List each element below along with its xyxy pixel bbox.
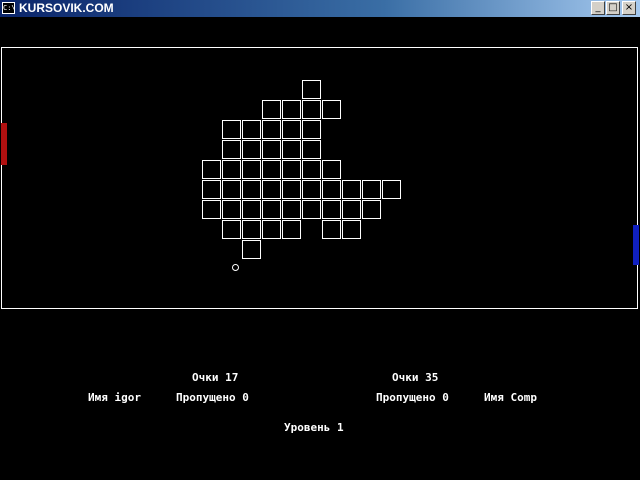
- left-missed-value: 0: [242, 391, 249, 404]
- brick: [302, 120, 321, 139]
- brick: [242, 120, 261, 139]
- brick: [362, 200, 381, 219]
- left-score-value: 17: [225, 371, 239, 384]
- brick: [222, 160, 241, 179]
- brick: [282, 100, 301, 119]
- right-name: Имя Comp: [484, 392, 537, 404]
- brick: [282, 140, 301, 159]
- level-value: 1: [336, 421, 344, 434]
- left-name: Имя igor: [88, 392, 141, 404]
- brick: [262, 180, 281, 199]
- brick: [322, 180, 341, 199]
- left-score-label: Очки: [192, 371, 219, 384]
- brick: [262, 100, 281, 119]
- brick: [202, 180, 221, 199]
- brick: [202, 200, 221, 219]
- brick: [222, 220, 241, 239]
- brick: [302, 140, 321, 159]
- brick: [222, 200, 241, 219]
- brick: [302, 200, 321, 219]
- right-missed: Пропущено 0: [376, 392, 449, 404]
- brick: [242, 180, 261, 199]
- left-name-value: igor: [114, 391, 142, 404]
- brick: [262, 220, 281, 239]
- right-name-value: Comp: [510, 391, 538, 404]
- brick: [242, 220, 261, 239]
- brick: [282, 120, 301, 139]
- right-score-label: Очки: [392, 371, 419, 384]
- right-score-value: 35: [425, 371, 439, 384]
- brick: [282, 160, 301, 179]
- brick: [302, 100, 321, 119]
- brick: [262, 140, 281, 159]
- left-score: Очки 17: [192, 372, 238, 384]
- console-icon: C:\: [2, 2, 16, 14]
- brick: [282, 200, 301, 219]
- left-name-label: Имя: [88, 391, 108, 404]
- left-paddle: [1, 123, 7, 165]
- brick: [202, 160, 221, 179]
- minimize-button[interactable]: _: [591, 1, 605, 15]
- brick: [242, 140, 261, 159]
- window-title: KURSOVIK.COM: [19, 1, 114, 15]
- right-missed-value: 0: [442, 391, 449, 404]
- brick: [362, 180, 381, 199]
- ball: [232, 264, 239, 271]
- brick: [282, 220, 301, 239]
- brick: [342, 180, 361, 199]
- brick: [322, 200, 341, 219]
- maximize-button[interactable]: □: [606, 1, 620, 15]
- right-missed-label: Пропущено: [376, 391, 436, 404]
- brick: [322, 100, 341, 119]
- close-button[interactable]: ×: [622, 1, 636, 15]
- right-paddle: [633, 225, 639, 265]
- brick: [262, 160, 281, 179]
- brick: [342, 220, 361, 239]
- left-missed-label: Пропущено: [176, 391, 236, 404]
- level-indicator: Уровень 1: [284, 422, 344, 434]
- brick: [302, 160, 321, 179]
- right-name-label: Имя: [484, 391, 504, 404]
- brick: [222, 120, 241, 139]
- title-bar[interactable]: C:\ KURSOVIK.COM _ □ ×: [0, 0, 640, 17]
- brick: [262, 120, 281, 139]
- brick: [242, 160, 261, 179]
- brick: [282, 180, 301, 199]
- brick: [242, 240, 261, 259]
- brick: [302, 180, 321, 199]
- brick: [382, 180, 401, 199]
- level-label: Уровень: [284, 421, 331, 434]
- brick: [322, 220, 341, 239]
- brick: [262, 200, 281, 219]
- brick: [222, 180, 241, 199]
- brick: [342, 200, 361, 219]
- left-missed: Пропущено 0: [176, 392, 249, 404]
- right-score: Очки 35: [392, 372, 438, 384]
- brick: [302, 80, 321, 99]
- brick: [222, 140, 241, 159]
- brick: [322, 160, 341, 179]
- brick: [242, 200, 261, 219]
